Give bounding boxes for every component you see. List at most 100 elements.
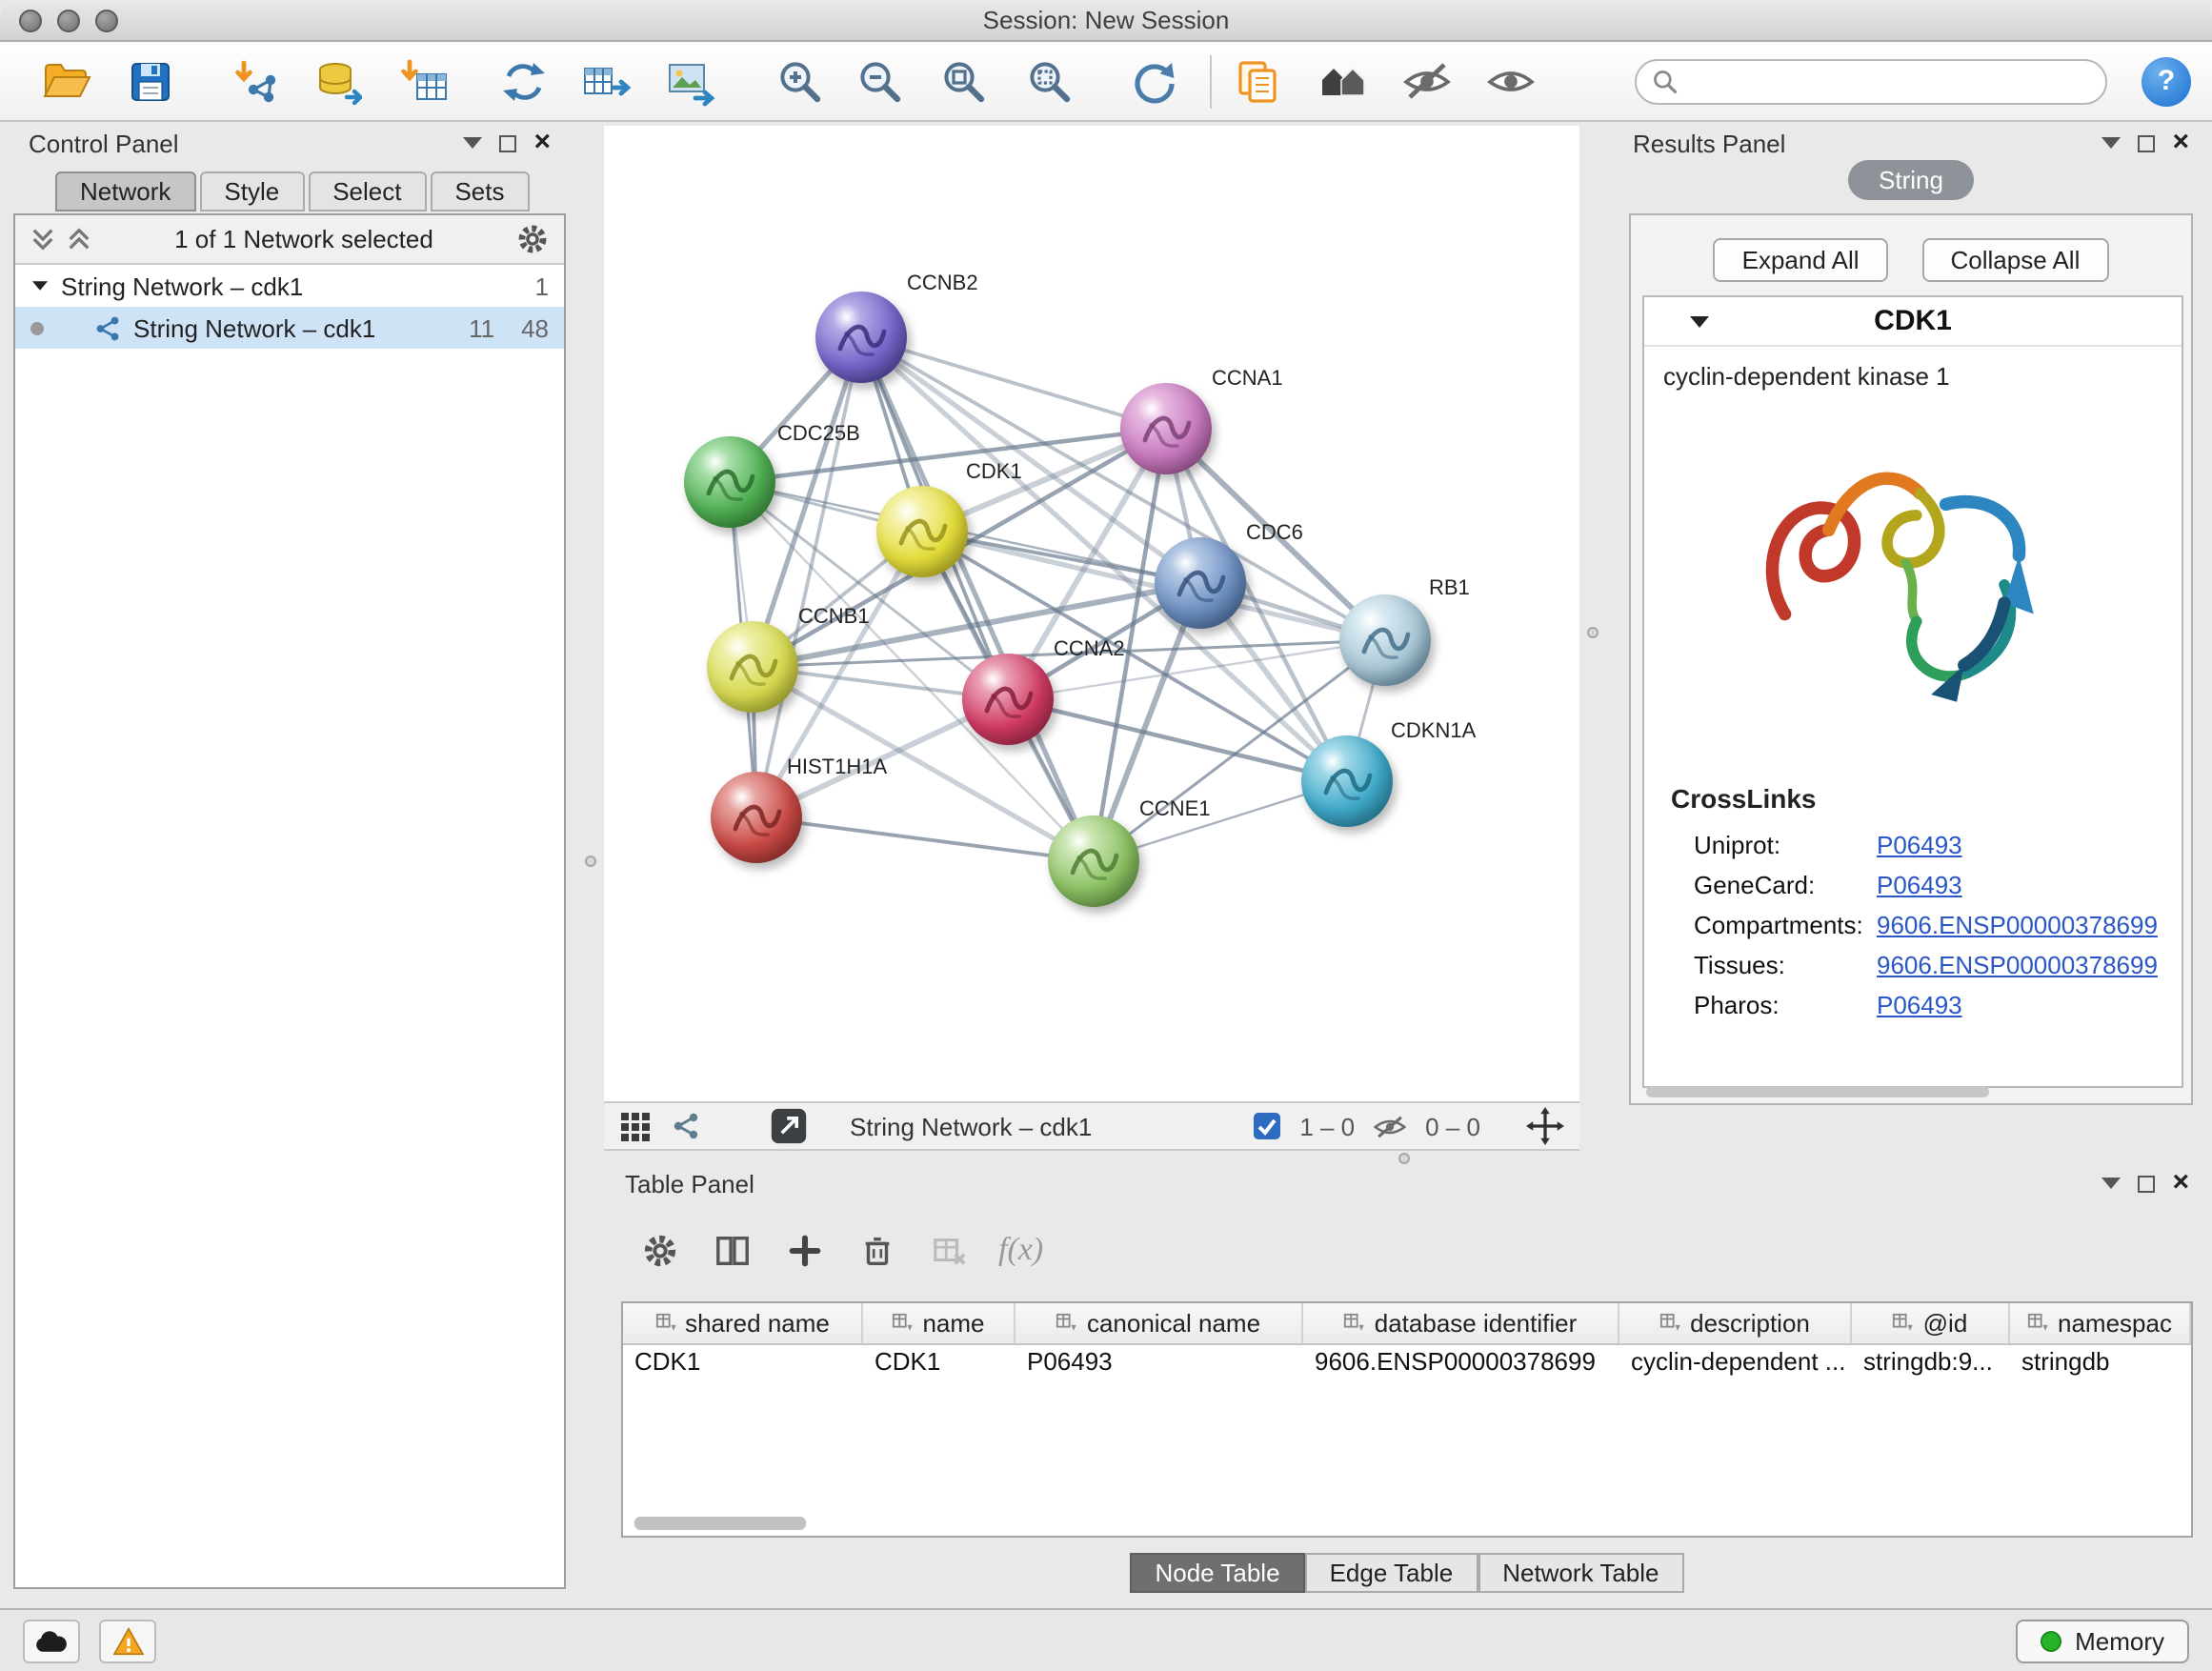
network-node-ccna2[interactable] [962,654,1054,745]
collapse-tree-icon[interactable] [32,281,48,291]
zoom-selected-button[interactable] [1017,49,1082,113]
splitter-handle[interactable] [1398,1153,1410,1164]
warning-button[interactable] [99,1619,156,1662]
collapse-all-button[interactable]: Collapse All [1922,238,2109,282]
column-header-namespac[interactable]: namespac [2010,1303,2191,1343]
search-box[interactable] [1635,58,2107,104]
tab-network[interactable]: Network [55,171,195,211]
export-network-button[interactable] [492,49,556,113]
minimize-window-button[interactable] [57,10,80,32]
close-panel-icon[interactable]: × [2172,131,2189,154]
crosslink-value[interactable]: P06493 [1877,831,1962,859]
network-node-ccna1[interactable] [1120,383,1212,474]
table-horizontal-scrollbar[interactable] [634,1517,806,1530]
string-tab-badge[interactable]: String [1848,160,1974,200]
network-node-rb1[interactable] [1339,594,1431,686]
collapse-section-icon[interactable] [1690,315,1709,327]
open-session-button[interactable] [34,49,99,113]
float-panel-icon[interactable] [499,134,516,151]
function-builder-icon[interactable]: f(x) [998,1231,1043,1269]
import-network-file-button[interactable] [225,49,290,113]
expand-all-button[interactable]: Expand All [1714,238,1888,282]
table-gear-icon[interactable] [636,1227,682,1273]
share-network-icon[interactable] [671,1111,701,1141]
add-column-icon[interactable] [781,1227,827,1273]
network-node-cdkn1a[interactable] [1301,735,1393,827]
hide-graphics-details-button[interactable] [1395,49,1459,113]
network-node-cdk1[interactable] [876,486,968,577]
close-panel-icon[interactable]: × [2172,1172,2189,1195]
network-edge[interactable] [756,337,861,817]
network-row[interactable]: String Network – cdk1 11 48 [15,307,564,349]
tab-sets[interactable]: Sets [430,171,529,211]
delete-column-icon[interactable] [854,1227,899,1273]
export-table-button[interactable] [573,49,638,113]
splitter-handle[interactable] [1587,627,1599,638]
column-header--id[interactable]: @id [1852,1303,2010,1343]
grid-icon[interactable] [619,1110,652,1142]
search-input[interactable] [1688,67,2090,95]
save-session-button[interactable] [118,49,183,113]
column-header-database-identifier[interactable]: database identifier [1303,1303,1619,1343]
selected-checkbox-icon[interactable] [1254,1113,1280,1139]
column-header-name[interactable]: name [863,1303,1016,1343]
gear-icon[interactable] [516,223,549,255]
close-panel-icon[interactable]: × [533,131,551,154]
show-graphics-details-button[interactable] [1478,49,1543,113]
zoom-window-button[interactable] [95,10,118,32]
collapse-all-icon[interactable] [30,227,55,252]
memory-button[interactable]: Memory [2016,1619,2189,1662]
column-label: description [1690,1309,1810,1338]
crosslink-value[interactable]: P06493 [1877,991,1962,1019]
zoom-in-button[interactable] [768,49,833,113]
column-header-description[interactable]: description [1619,1303,1852,1343]
network-collection-row[interactable]: String Network – cdk1 1 [15,265,564,307]
network-canvas[interactable]: CCNB2CCNA1CDC25BCDK1CDC6RB1CCNB1CCNA2CDK… [604,126,1579,1101]
tab-network-table[interactable]: Network Table [1478,1553,1683,1593]
expand-all-icon[interactable] [67,227,91,252]
network-node-cdc6[interactable] [1155,537,1246,629]
network-node-ccnb2[interactable] [815,292,907,383]
pan-crosshair-icon[interactable] [1526,1107,1564,1145]
panel-menu-icon[interactable] [2101,1178,2121,1189]
crosslink-value[interactable]: P06493 [1877,871,1962,899]
zoom-out-button[interactable] [848,49,913,113]
column-header-shared-name[interactable]: shared name [623,1303,863,1343]
database-icon [312,56,362,106]
close-window-button[interactable] [19,10,42,32]
cloud-button[interactable] [23,1619,80,1662]
open-in-window-icon[interactable] [770,1107,808,1145]
protein-section-header[interactable]: CDK1 [1644,297,2182,347]
network-node-ccne1[interactable] [1048,815,1139,907]
float-panel-icon[interactable] [2138,1175,2155,1192]
birdseye-view-button[interactable] [1311,49,1376,113]
import-network-database-button[interactable] [305,49,370,113]
export-image-button[interactable] [657,49,722,113]
crosslink-value[interactable]: 9606.ENSP00000378699 [1877,911,2158,939]
annotation-button[interactable] [1225,49,1290,113]
panel-menu-icon[interactable] [2101,137,2121,149]
network-node-hist1h1a[interactable] [711,772,802,863]
crosslink-value[interactable]: 9606.ENSP00000378699 [1877,951,2158,979]
tab-edge-table[interactable]: Edge Table [1305,1553,1478,1593]
tab-node-table[interactable]: Node Table [1130,1553,1304,1593]
tab-style[interactable]: Style [199,171,304,211]
network-node-cdc25b[interactable] [684,436,775,528]
import-table-button[interactable] [392,49,457,113]
help-button[interactable]: ? [2142,56,2191,106]
table-row[interactable]: CDK1CDK1P064939606.ENSP00000378699cyclin… [623,1345,2191,1381]
network-edge[interactable] [756,817,1094,861]
zoom-fit-button[interactable] [932,49,996,113]
hidden-counts: 0 – 0 [1425,1112,1480,1140]
panel-menu-icon[interactable] [463,137,482,149]
splitter-handle[interactable] [585,856,596,867]
network-node-ccnb1[interactable] [707,621,798,713]
manage-columns-icon[interactable] [709,1227,754,1273]
results-horizontal-scrollbar[interactable] [1646,1086,1989,1097]
tab-select[interactable]: Select [308,171,426,211]
float-panel-icon[interactable] [2138,134,2155,151]
network-edge[interactable] [861,337,1094,861]
column-header-canonical-name[interactable]: canonical name [1016,1303,1303,1343]
refresh-view-button[interactable] [1122,49,1187,113]
hidden-eye-icon[interactable] [1374,1112,1406,1140]
